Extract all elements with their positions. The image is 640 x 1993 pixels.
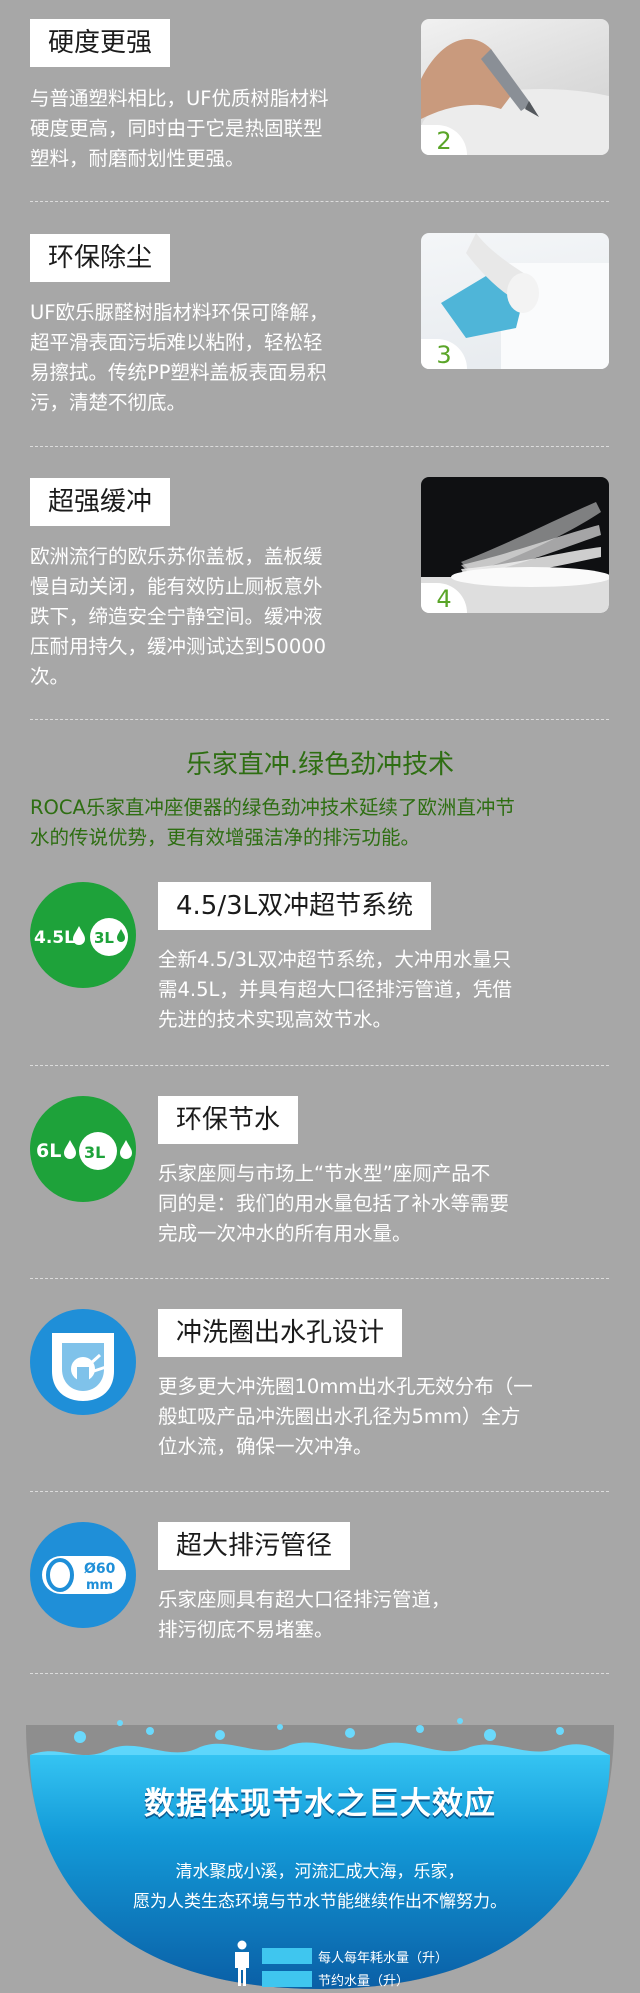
banner-text: 清水聚成小溪，河流汇成大海，乐家， 愿为人类生态环境与节水节能继续作出不懈努力。 xyxy=(133,1862,507,1912)
dual-flush-4.5-3-icon: 4.5L 3L xyxy=(30,882,136,988)
feature-description: 全新4.5/3L双冲超节系统，大冲用水量只 需4.5L，并具有超大口径排污管道，… xyxy=(158,948,512,1031)
person-icon xyxy=(232,1940,252,1986)
svg-text:6L: 6L xyxy=(36,1140,61,1162)
hardness-scratch-photo: 2 xyxy=(421,19,609,155)
feature-title: 超强缓冲 xyxy=(30,478,171,526)
feature-description: 更多更大冲洗圈10mm出水孔无效分布（一 般虹吸产品冲洗圈出水孔径为5mm）全方… xyxy=(158,1375,533,1458)
divider xyxy=(30,1673,609,1674)
feature-description: 欧洲流行的欧乐苏你盖板，盖板缓 慢自动关闭，能有效防止厕板意外 跌下，缔造安全宁… xyxy=(30,545,327,688)
legend-swatch xyxy=(262,1948,312,1964)
legend-swatch xyxy=(262,1971,312,1987)
divider xyxy=(30,1491,609,1492)
svg-text:4.5L: 4.5L xyxy=(34,928,75,948)
section-description: ROCA乐家直冲座便器的绿色劲冲技术延续了欧洲直冲节 水的传说优势，更有效增强洁… xyxy=(30,796,515,849)
banner-title: 数据体现节水之巨大效应 xyxy=(144,1786,496,1822)
svg-text:3L: 3L xyxy=(94,929,114,947)
section-title: 乐家直冲.绿色劲冲技术 xyxy=(185,750,455,780)
divider xyxy=(30,719,609,720)
svg-text:mm: mm xyxy=(86,1578,113,1593)
feature-description: UF欧乐脲醛树脂材料环保可降解， 超平滑表面污垢难以粘附，轻松轻 易擦拭。传统P… xyxy=(30,301,329,414)
legend-label: 每人每年耗水量（升） xyxy=(318,1951,449,1966)
feature-description: 乐家座厕具有超大口径排污管道， 排污彻底不易堵塞。 xyxy=(158,1588,451,1641)
feature-title: 环保节水 xyxy=(158,1096,299,1144)
feature-title: 4.5/3L双冲超节系统 xyxy=(158,882,432,930)
feature-description: 与普通塑料相比，UF优质树脂材料 硬度更高，同时由于它是热固联型 塑料，耐磨耐划… xyxy=(30,87,329,170)
feature-title: 超大排污管径 xyxy=(158,1522,351,1570)
cleaning-cloth-photo: 3 xyxy=(421,233,609,369)
svg-text:3L: 3L xyxy=(84,1143,105,1162)
eco-water-6-3-icon: 6L 3L xyxy=(30,1096,136,1202)
divider xyxy=(30,201,609,202)
divider xyxy=(30,1278,609,1279)
feature-title: 冲洗圈出水孔设计 xyxy=(158,1309,403,1357)
feature-title: 环保除尘 xyxy=(30,234,171,282)
divider xyxy=(30,446,609,447)
feature-description: 乐家座厕与市场上“节水型”座厕产品不 同的是：我们的用水量包括了补水等需要 完成… xyxy=(158,1162,510,1245)
svg-text:Ø60: Ø60 xyxy=(84,1561,116,1577)
flush-rim-icon xyxy=(30,1309,136,1415)
legend-label: 节约水量（升） xyxy=(318,1974,410,1989)
soft-close-lid-photo: 4 xyxy=(421,477,609,613)
pipe-diameter-icon: Ø60 mm xyxy=(30,1522,136,1628)
divider xyxy=(30,1065,609,1066)
feature-title: 硬度更强 xyxy=(30,19,171,67)
